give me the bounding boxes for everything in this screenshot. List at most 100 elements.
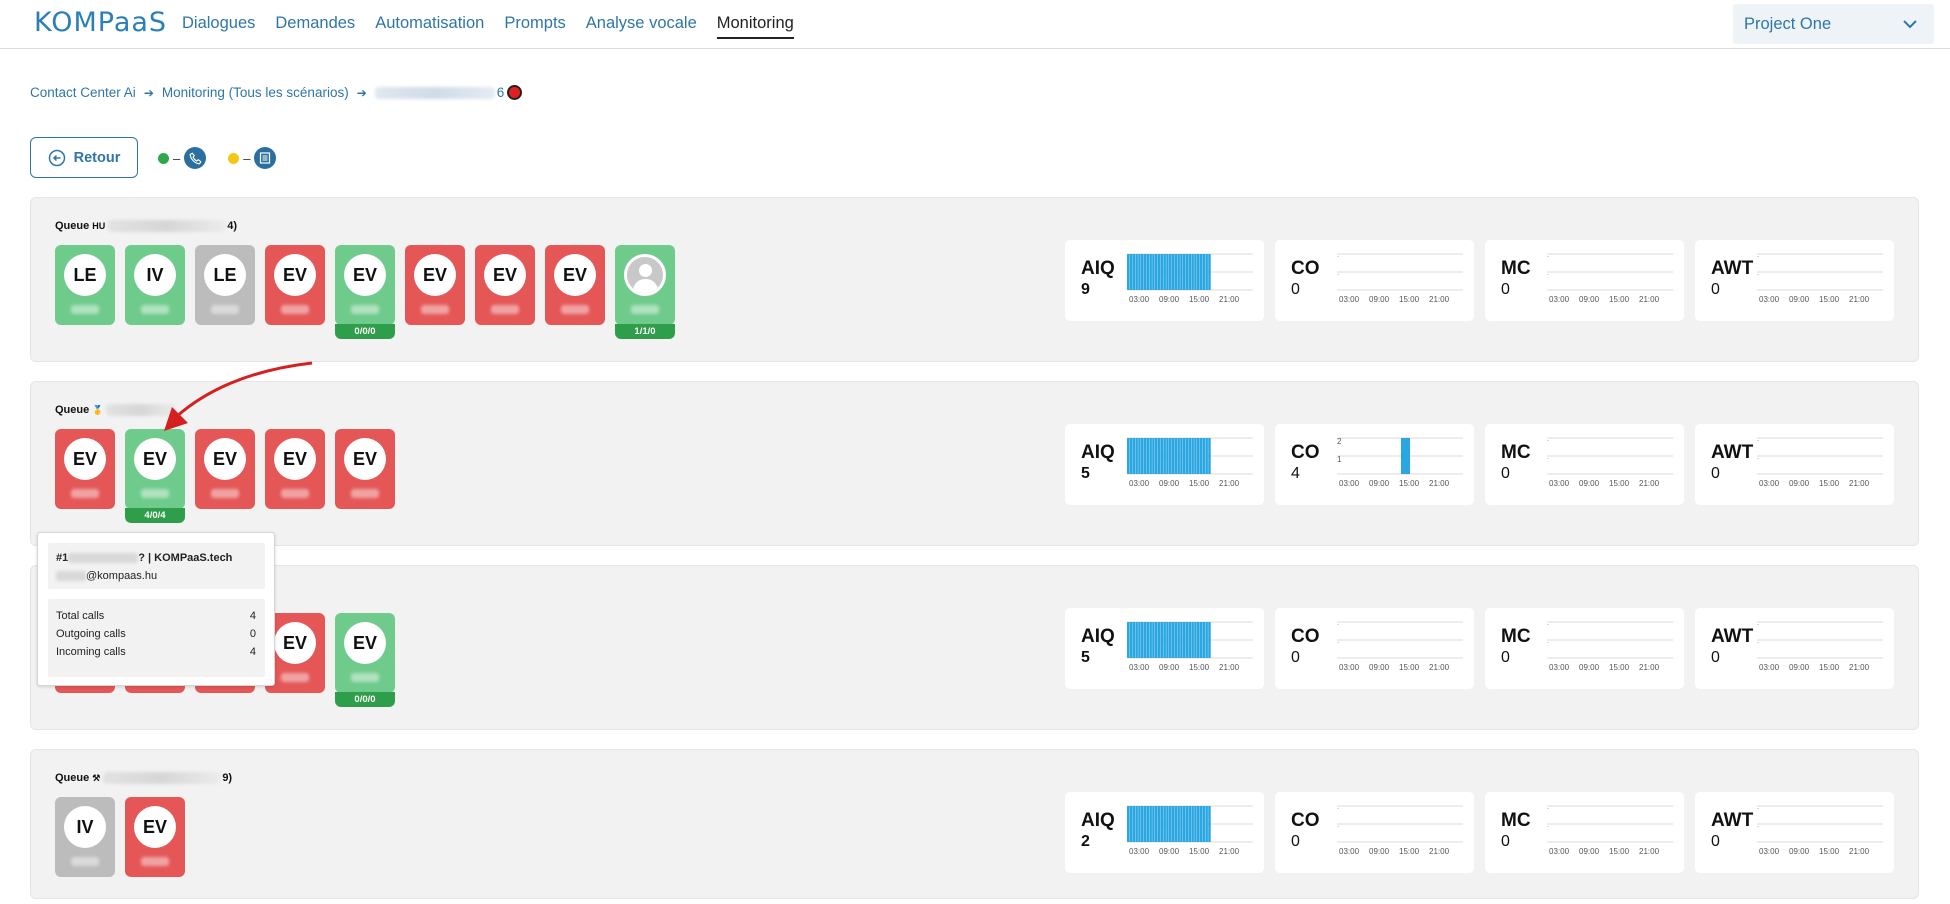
agent-name-redacted: [421, 305, 449, 314]
stat-value: 4: [249, 646, 256, 658]
chart-tick-label: 15:00: [1189, 847, 1210, 856]
agent-initials: EV: [274, 622, 316, 664]
agent-card[interactable]: EV 4/0/4: [125, 429, 185, 523]
chart-bar: [1183, 806, 1186, 842]
agent-card[interactable]: EV: [265, 429, 325, 509]
chart-axis-tick: -: [1757, 640, 1759, 646]
agent-name-redacted: [351, 489, 379, 498]
stat-value: 0: [249, 628, 256, 640]
chart-bar: [1202, 806, 1206, 842]
agent-card[interactable]: EV 0/0/0: [335, 613, 395, 707]
agent-initials: EV: [204, 438, 246, 480]
queue-title-suffix: 9): [222, 772, 233, 784]
agent-card[interactable]: EV 0/0/0: [335, 245, 395, 339]
agent-initials: EV: [134, 438, 176, 480]
chart-bar: [1166, 438, 1169, 474]
agent-card[interactable]: EV: [405, 245, 465, 325]
chart-bar: [1202, 622, 1206, 658]
metric-value: 5: [1081, 465, 1090, 482]
agent-name-redacted: [631, 305, 659, 314]
chart-bar: [1152, 438, 1155, 474]
agent-card[interactable]: EV: [475, 245, 535, 325]
metric-mini-chart: - - 03:00 09:00 15:00 21:00: [1547, 253, 1673, 304]
chart-tick-label: 03:00: [1549, 847, 1570, 856]
agent-call-counts: 0/0/0: [335, 324, 395, 339]
chart-tick-label: 03:00: [1759, 663, 1780, 672]
agent-card[interactable]: 1/1/0: [615, 245, 675, 339]
chart-bar: [1152, 254, 1155, 290]
chart-bar: [1163, 806, 1166, 842]
chart-bar: [1163, 622, 1166, 658]
chart-bar: [1146, 806, 1150, 842]
chart-axis-tick: -: [1757, 824, 1759, 830]
agent-card[interactable]: EV: [545, 245, 605, 325]
metric-mini-chart: 2 1 03:00 09:00 15:00 21:00: [1337, 437, 1463, 488]
metric-mini-chart: - - 03:00 09:00 15:00 21:00: [1757, 805, 1883, 856]
agent-name-redacted: [281, 673, 309, 682]
back-button[interactable]: Retour: [30, 137, 138, 178]
chart-bar: [1135, 806, 1138, 842]
chart-axis-tick: -: [1757, 254, 1759, 260]
metric-card-mc: MC 0 - - 03:00 09:00 15:00 21:00: [1485, 608, 1684, 689]
agent-initials: EV: [274, 254, 316, 296]
chart-bar: [1188, 806, 1192, 842]
chart-bar: [1160, 438, 1164, 474]
chart-tick-label: 03:00: [1759, 479, 1780, 488]
agent-card[interactable]: EV: [335, 429, 395, 509]
agent-name-redacted: [351, 305, 379, 314]
chart-bar: [1132, 438, 1136, 474]
metric-value: 0: [1291, 833, 1300, 850]
agent-card[interactable]: EV: [55, 429, 115, 509]
agent-card[interactable]: LE: [195, 245, 255, 325]
chart-tick-label: 15:00: [1819, 295, 1840, 304]
chart-bar: [1199, 622, 1203, 658]
metric-value: 0: [1291, 649, 1300, 666]
nav-demandes[interactable]: Demandes: [275, 14, 355, 39]
nav-monitoring[interactable]: Monitoring: [716, 14, 794, 39]
metric-label: MC: [1501, 258, 1531, 279]
chart-bar: [1129, 254, 1133, 290]
chart-tick-label: 21:00: [1219, 479, 1240, 488]
chart-bar: [1208, 254, 1211, 290]
nav-dialogues[interactable]: Dialogues: [182, 14, 255, 39]
chart-tick-label: 15:00: [1609, 847, 1630, 856]
agent-card[interactable]: IV: [125, 245, 185, 325]
chart-axis-tick: -: [1547, 456, 1549, 462]
project-selector[interactable]: Project One: [1733, 4, 1934, 44]
metric-card-mc: MC 0 - - 03:00 09:00 15:00 21:00: [1485, 240, 1684, 321]
agent-list: IV EV: [55, 797, 185, 877]
agent-card[interactable]: EV: [195, 429, 255, 509]
metric-label: AIQ: [1081, 258, 1115, 279]
agent-name-redacted: [281, 489, 309, 498]
annotation-arrow: [164, 361, 313, 431]
metric-mini-chart: 03:00 09:00 15:00 21:00: [1127, 437, 1253, 488]
agent-card[interactable]: EV: [125, 797, 185, 877]
breadcrumb-contact-center[interactable]: Contact Center Ai: [30, 85, 136, 100]
chart-axis-tick: -: [1547, 254, 1549, 260]
queue-title-tag: 🥇: [92, 404, 104, 415]
agent-card[interactable]: IV: [55, 797, 115, 877]
breadcrumb-monitoring[interactable]: Monitoring (Tous les scénarios): [162, 85, 349, 100]
tooltip-header: #1 ? | KOMPaaS.tech @kompaas.hu: [48, 543, 265, 589]
chart-tick-label: 09:00: [1369, 295, 1390, 304]
chart-tick-label: 15:00: [1819, 479, 1840, 488]
agent-call-counts: 4/0/4: [125, 508, 185, 523]
chart-bar: [1174, 806, 1178, 842]
metric-cards: AIQ 5 03:00 09:00 15:00 21:00 CO 0 - - 03:00 09:00 1…: [1065, 608, 1894, 689]
agent-initials: EV: [344, 622, 386, 664]
nav-analyse-vocale[interactable]: Analyse vocale: [586, 14, 697, 39]
metric-value: 0: [1291, 281, 1300, 298]
kompaas-logo[interactable]: KOMPaaS: [34, 7, 167, 38]
agent-initials: IV: [64, 806, 106, 848]
stat-label: Total calls: [56, 610, 105, 622]
nav-automatisation[interactable]: Automatisation: [375, 14, 484, 39]
chart-bar: [1132, 254, 1136, 290]
nav-prompts[interactable]: Prompts: [504, 14, 565, 39]
metric-cards: AIQ 5 03:00 09:00 15:00 21:00 CO 4 2 1 03:00 09:00 1…: [1065, 424, 1894, 505]
agent-card[interactable]: LE: [55, 245, 115, 325]
chart-axis-tick: -: [1337, 824, 1339, 830]
agent-card[interactable]: EV: [265, 245, 325, 325]
agent-initials: EV: [344, 438, 386, 480]
metric-mini-chart: - - 03:00 09:00 15:00 21:00: [1757, 437, 1883, 488]
chart-bar: [1169, 254, 1172, 290]
